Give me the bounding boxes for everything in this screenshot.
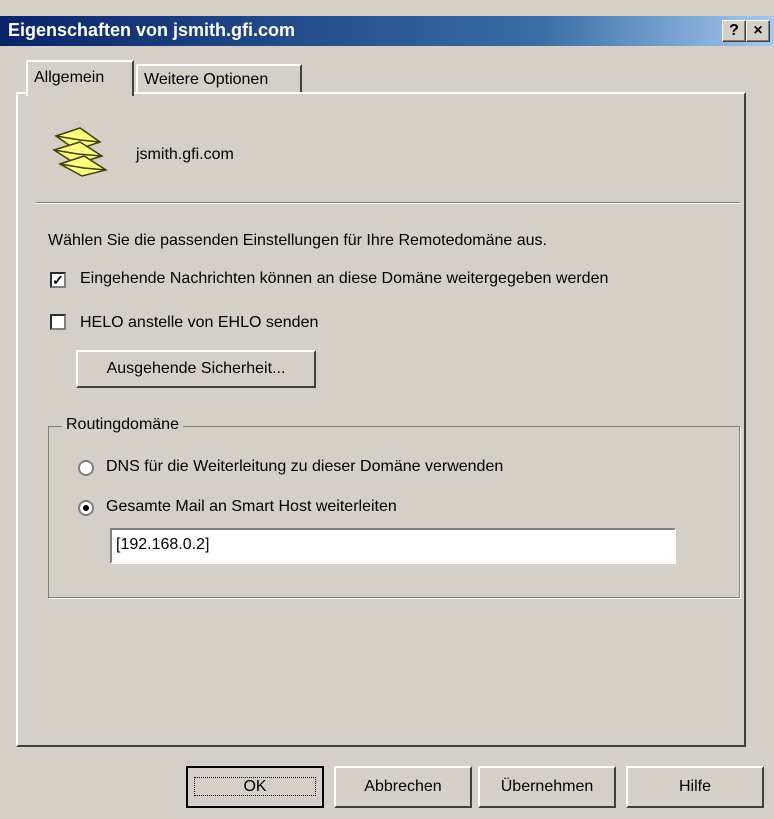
help-icon[interactable]: ? [722, 20, 746, 42]
ok-button-label: OK [194, 777, 316, 796]
smarthost-input[interactable]: [192.168.0.2] [110, 528, 676, 564]
dns-radio[interactable] [78, 460, 94, 476]
envelopes-icon [50, 126, 110, 178]
ok-button[interactable]: OK [186, 766, 324, 808]
cancel-button-label: Abbrechen [364, 778, 442, 795]
apply-button[interactable]: Übernehmen [478, 766, 616, 808]
tab-allgemein[interactable]: Allgemein [26, 60, 134, 96]
relay-checkbox[interactable]: ✓ [50, 272, 66, 288]
separator [36, 202, 740, 204]
tab-weitere-optionen[interactable]: Weitere Optionen [136, 64, 302, 94]
outbound-security-button-label: Ausgehende Sicherheit... [106, 360, 286, 377]
intro-text: Wählen Sie die passenden Einstellungen f… [48, 232, 547, 249]
smarthost-value: [192.168.0.2] [116, 536, 210, 553]
domain-name: jsmith.gfi.com [136, 146, 234, 163]
apply-button-label: Übernehmen [500, 778, 594, 795]
window-title: Eigenschaften von jsmith.gfi.com [8, 20, 296, 40]
help-button[interactable]: Hilfe [626, 766, 764, 808]
tab-label: Weitere Optionen [144, 71, 269, 88]
relay-checkbox-label[interactable]: Eingehende Nachrichten können an diese D… [80, 270, 608, 288]
tab-label: Allgemein [34, 69, 105, 86]
smarthost-radio[interactable] [78, 500, 94, 516]
helo-checkbox[interactable] [50, 314, 66, 330]
close-icon[interactable]: × [746, 20, 770, 42]
outbound-security-button[interactable]: Ausgehende Sicherheit... [76, 350, 316, 388]
routing-group-title: Routingdomäne [62, 416, 183, 434]
radio-selected-dot [83, 505, 89, 511]
dns-radio-label[interactable]: DNS für die Weiterleitung zu dieser Domä… [106, 458, 503, 476]
cancel-button[interactable]: Abbrechen [334, 766, 472, 808]
helo-checkbox-label[interactable]: HELO anstelle von EHLO senden [80, 314, 318, 332]
properties-dialog: Eigenschaften von jsmith.gfi.com ? × All… [0, 0, 774, 819]
smarthost-radio-label[interactable]: Gesamte Mail an Smart Host weiterleiten [106, 498, 397, 516]
help-button-label: Hilfe [678, 778, 711, 795]
title-bar[interactable]: Eigenschaften von jsmith.gfi.com ? × [0, 16, 774, 46]
